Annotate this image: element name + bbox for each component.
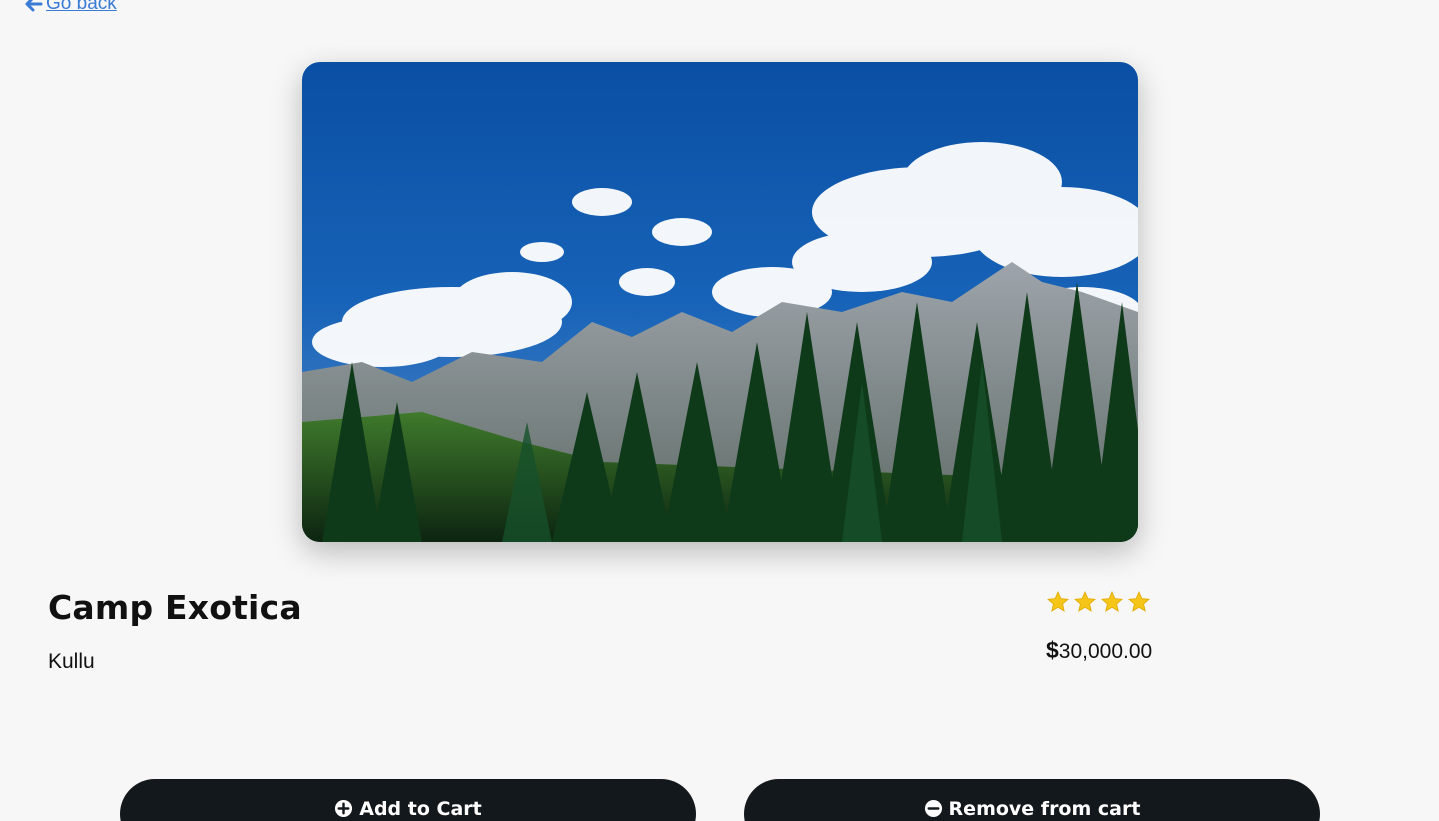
product-title: Camp Exotica — [48, 588, 302, 627]
add-to-cart-label: Add to Cart — [359, 798, 482, 820]
arrow-left-icon — [25, 0, 43, 12]
product-page: Go back Camp Exotica Kullu $ 30,000.00 A… — [0, 0, 1439, 821]
remove-from-cart-button[interactable]: Remove from cart — [744, 779, 1320, 821]
star-icon — [1047, 591, 1069, 612]
minus-circle-icon — [924, 799, 942, 818]
add-to-cart-button[interactable]: Add to Cart — [120, 779, 696, 821]
mountain-forest-image — [302, 62, 1138, 542]
price-value: 30,000.00 — [1058, 640, 1153, 663]
star-icon — [1101, 591, 1123, 612]
remove-from-cart-label: Remove from cart — [948, 798, 1141, 820]
product-price: $ 30,000.00 — [1046, 637, 1152, 664]
price-currency: $ — [1046, 637, 1059, 663]
go-back-label: Go back — [46, 0, 117, 14]
star-icon — [1074, 591, 1096, 612]
go-back-link[interactable]: Go back — [24, 0, 117, 15]
product-image — [302, 62, 1138, 542]
plus-circle-icon — [335, 799, 353, 818]
product-location: Kullu — [48, 650, 95, 673]
rating-stars — [1046, 590, 1151, 614]
star-icon — [1128, 591, 1150, 612]
